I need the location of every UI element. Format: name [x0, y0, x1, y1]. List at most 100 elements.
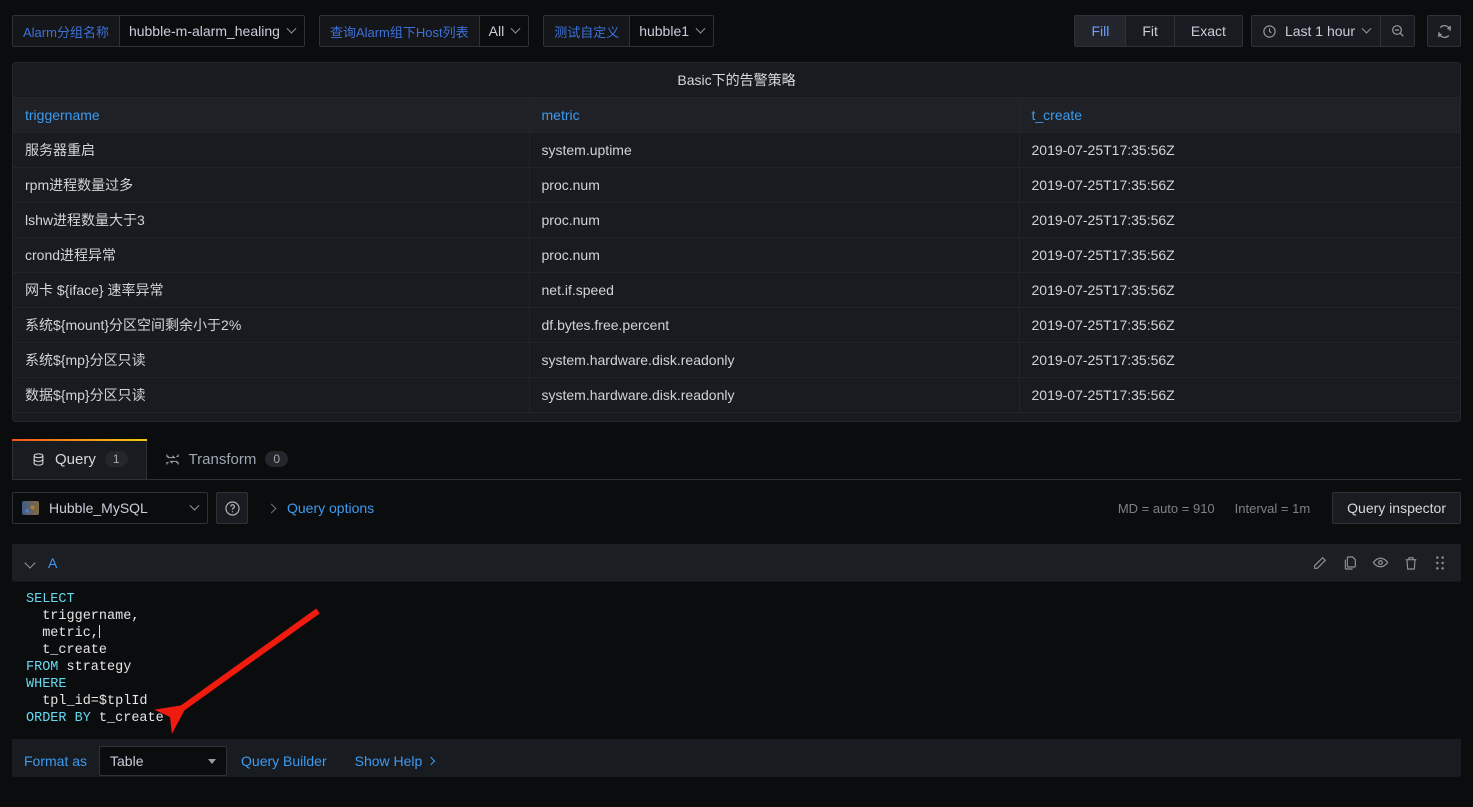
- query-builder-label: Query Builder: [241, 753, 327, 769]
- sql-keyword-order-by: ORDER BY: [26, 711, 91, 726]
- drag-handle-icon[interactable]: [1433, 555, 1447, 571]
- table-row: crond进程异常 proc.num 2019-07-25T17:35:56Z: [13, 237, 1460, 273]
- query-ref-id[interactable]: A: [48, 555, 57, 571]
- chevron-right-icon: [427, 756, 436, 766]
- query-format-row: Format as Table Query Builder Show Help: [12, 739, 1461, 777]
- format-as-value: Table: [110, 753, 144, 769]
- sql-keyword-select: SELECT: [26, 592, 75, 607]
- variable-value-alarm-group: hubble-m-alarm_healing: [128, 23, 280, 39]
- edit-icon[interactable]: [1312, 555, 1328, 571]
- help-circle-icon: [224, 500, 240, 516]
- cell-t-create: 2019-07-25T17:35:56Z: [1019, 307, 1460, 343]
- sql-line-condition: tpl_id=$tplId: [26, 694, 148, 709]
- column-header-metric[interactable]: metric: [529, 97, 1020, 133]
- database-icon: [33, 452, 44, 466]
- sql-table-name: strategy: [58, 660, 132, 675]
- datasource-help-button[interactable]: [216, 492, 248, 524]
- tab-query-label: Query: [55, 450, 96, 468]
- table-header-row: triggername metric t_create: [13, 97, 1460, 133]
- cell-metric: system.hardware.disk.readonly: [529, 377, 1020, 413]
- datasource-picker[interactable]: Hubble_MySQL: [12, 492, 208, 524]
- cell-metric: system.hardware.disk.readonly: [529, 342, 1020, 378]
- time-range-label: Last 1 hour: [1284, 23, 1355, 39]
- cell-triggername: 数据${mp}分区只读: [13, 377, 530, 413]
- query-options-toggle[interactable]: Query options: [256, 492, 386, 524]
- panel-fit-button-group: Fill Fit Exact: [1074, 15, 1243, 47]
- chevron-down-icon: [286, 23, 297, 34]
- chevron-down-icon[interactable]: [24, 556, 36, 569]
- tab-transform[interactable]: Transform 0: [147, 439, 306, 479]
- disable-icon[interactable]: [1372, 554, 1389, 571]
- cell-triggername: 服务器重启: [13, 132, 530, 168]
- delete-icon[interactable]: [1403, 555, 1419, 571]
- cell-triggername: crond进程异常: [13, 237, 530, 273]
- cell-t-create: 2019-07-25T17:35:56Z: [1019, 132, 1460, 168]
- max-data-points-info: MD = auto = 910: [1117, 500, 1215, 516]
- sql-order-column: t_create: [90, 711, 164, 726]
- table-row: 网卡 ${iface} 速率异常 net.if.speed 2019-07-25…: [13, 272, 1460, 308]
- show-help-button[interactable]: Show Help: [341, 745, 449, 777]
- cell-triggername: 系统${mount}分区空间剩余小于2%: [13, 307, 530, 343]
- query-options-label: Query options: [287, 500, 375, 516]
- time-range-group: Last 1 hour: [1250, 15, 1415, 47]
- query-row-actions: [1312, 554, 1447, 571]
- variable-label-custom-test: 测试自定义: [543, 15, 630, 47]
- refresh-button[interactable]: [1427, 15, 1461, 47]
- datasource-logo-icon: [22, 501, 39, 515]
- variable-select-host-list[interactable]: All: [478, 15, 530, 47]
- datasource-name: Hubble_MySQL: [49, 500, 148, 516]
- table-row: 系统${mp}分区只读 system.hardware.disk.readonl…: [13, 342, 1460, 378]
- variable-select-custom-test[interactable]: hubble1: [629, 15, 715, 47]
- show-help-label: Show Help: [354, 753, 423, 769]
- chevron-right-icon: [266, 503, 277, 513]
- cell-t-create: 2019-07-25T17:35:56Z: [1019, 342, 1460, 378]
- datasource-row: Hubble_MySQL Query options MD = auto = 9…: [12, 480, 1461, 524]
- format-as-label[interactable]: Format as: [12, 745, 99, 777]
- top-toolbar: Alarm分组名称 hubble-m-alarm_healing 查询Alarm…: [0, 0, 1473, 62]
- cell-t-create: 2019-07-25T17:35:56Z: [1019, 202, 1460, 238]
- query-editor-section: Query 1 Transform 0 Hubble_MySQL Query o…: [12, 439, 1461, 777]
- fit-button[interactable]: Fit: [1125, 15, 1174, 47]
- exact-button[interactable]: Exact: [1173, 15, 1243, 47]
- cell-metric: proc.num: [529, 237, 1020, 273]
- duplicate-icon[interactable]: [1342, 555, 1358, 571]
- chevron-down-icon: [1361, 23, 1372, 34]
- sql-keyword-from: FROM: [26, 660, 59, 675]
- panel-title: Basic下的告警策略: [677, 72, 796, 88]
- table-row: 数据${mp}分区只读 system.hardware.disk.readonl…: [13, 377, 1460, 413]
- variable-value-custom-test: hubble1: [639, 23, 690, 39]
- cell-metric: df.bytes.free.percent: [529, 307, 1020, 343]
- time-range-picker[interactable]: Last 1 hour: [1250, 15, 1381, 47]
- sql-editor[interactable]: SELECT triggername, metric, t_create FRO…: [12, 582, 1461, 739]
- zoom-out-button[interactable]: [1381, 15, 1415, 47]
- query-builder-button[interactable]: Query Builder: [227, 745, 341, 777]
- caret-down-icon: [208, 758, 217, 764]
- table-row: lshw进程数量大于3 proc.num 2019-07-25T17:35:56…: [13, 202, 1460, 238]
- query-inspector-button[interactable]: Query inspector: [1332, 492, 1461, 524]
- column-header-triggername[interactable]: triggername: [13, 97, 530, 133]
- chevron-down-icon: [695, 23, 706, 34]
- tab-query-badge: 1: [104, 451, 128, 467]
- column-header-t-create[interactable]: t_create: [1019, 97, 1460, 133]
- variable-select-alarm-group[interactable]: hubble-m-alarm_healing: [118, 15, 305, 47]
- fill-button[interactable]: Fill: [1074, 15, 1126, 47]
- interval-info: Interval = 1m: [1234, 500, 1311, 516]
- cell-triggername: lshw进程数量大于3: [13, 202, 530, 238]
- cell-metric: proc.num: [529, 202, 1020, 238]
- cell-t-create: 2019-07-25T17:35:56Z: [1019, 237, 1460, 273]
- table-row: 服务器重启 system.uptime 2019-07-25T17:35:56Z: [13, 132, 1460, 168]
- variable-host-list: 查询Alarm组下Host列表 All: [318, 15, 530, 47]
- query-row-header: A: [12, 544, 1461, 582]
- dashboard-panel: Basic下的告警策略 triggername metric t_create …: [12, 62, 1461, 422]
- query-row-a: A SELECT triggername, metric, t_create F…: [12, 544, 1461, 777]
- tab-transform-badge: 0: [265, 451, 289, 467]
- cell-metric: system.uptime: [529, 132, 1020, 168]
- tab-query[interactable]: Query 1: [12, 439, 147, 479]
- format-as-select[interactable]: Table: [99, 746, 228, 776]
- sql-line-t-create: t_create: [26, 643, 108, 658]
- zoom-out-icon: [1391, 25, 1404, 37]
- cell-t-create: 2019-07-25T17:35:56Z: [1019, 377, 1460, 413]
- table-header: triggername metric t_create: [13, 97, 1460, 133]
- cell-metric: proc.num: [529, 167, 1020, 203]
- table-row: rpm进程数量过多 proc.num 2019-07-25T17:35:56Z: [13, 167, 1460, 203]
